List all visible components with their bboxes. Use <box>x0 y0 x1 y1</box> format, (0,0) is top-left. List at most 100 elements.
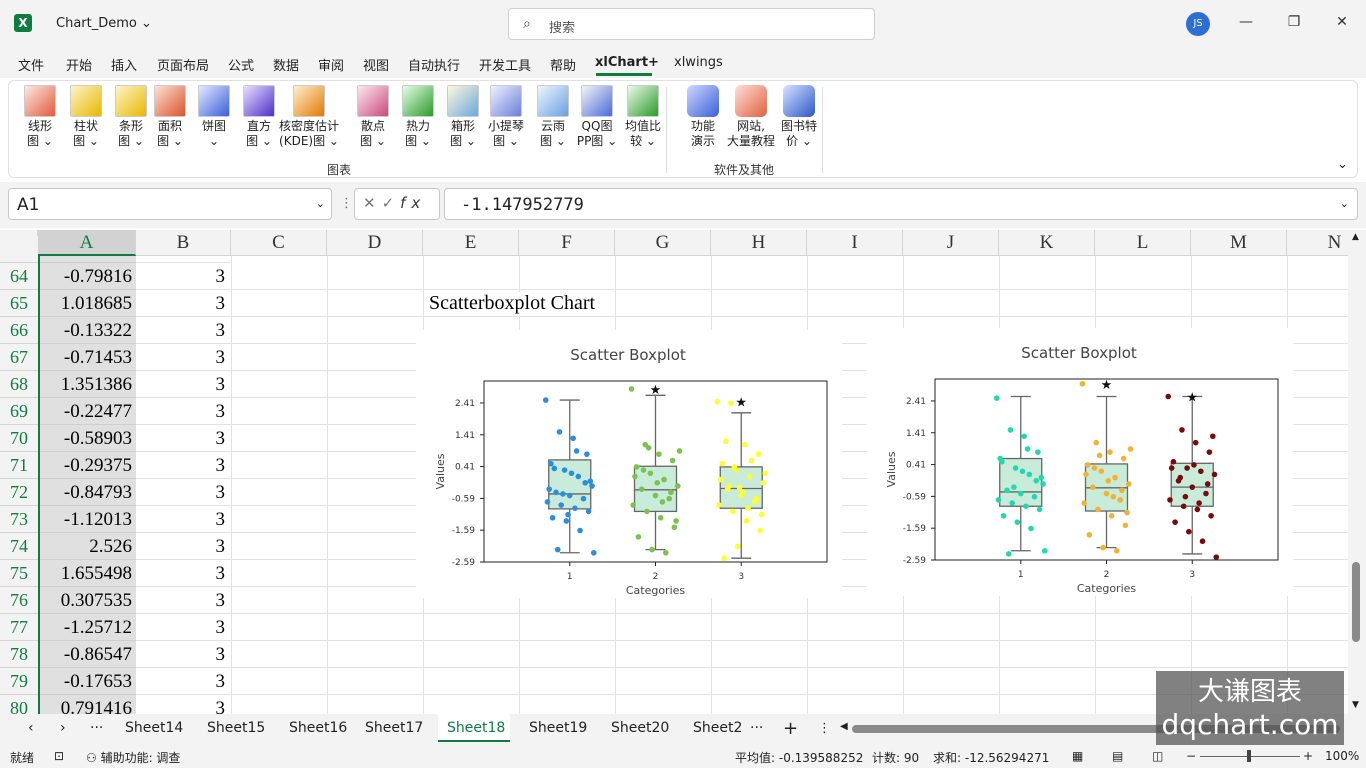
row-header-78[interactable]: 78 <box>0 641 38 668</box>
cell-b71[interactable]: 3 <box>136 452 231 479</box>
function-icon[interactable]: fx <box>400 194 426 212</box>
sheet-tab-sheet15[interactable]: Sheet15 <box>207 720 265 736</box>
row-header-72[interactable]: 72 <box>0 479 38 506</box>
menu-home[interactable]: 开始 <box>66 55 92 74</box>
status-count[interactable]: 计数: 90 <box>872 749 919 766</box>
more-sheets-icon[interactable]: ··· <box>750 720 763 736</box>
sheet-tab-sheet16[interactable]: Sheet16 <box>289 720 347 736</box>
column-header-l[interactable]: L <box>1095 230 1191 256</box>
row-header-67[interactable]: 67 <box>0 344 38 371</box>
formula-controls[interactable]: ✕✓fx <box>354 188 440 220</box>
cell-a78[interactable]: -0.86547 <box>38 641 136 668</box>
column-header-h[interactable]: H <box>711 230 807 256</box>
column-header-f[interactable]: F <box>519 230 615 256</box>
row-header-77[interactable]: 77 <box>0 614 38 641</box>
zoom-level[interactable]: 100% <box>1325 749 1359 763</box>
add-sheet-button[interactable]: + <box>783 718 798 739</box>
search-input[interactable]: ⌕ 搜索 <box>508 8 875 40</box>
cell-a77[interactable]: -1.25712 <box>38 614 136 641</box>
row-header-65[interactable]: 65 <box>0 290 38 317</box>
cell-b80[interactable]: 3 <box>136 695 231 714</box>
row-header-74[interactable]: 74 <box>0 533 38 560</box>
more-options-icon[interactable]: ⋮ <box>818 721 831 736</box>
sheet-tab-sheet18[interactable]: Sheet18 <box>447 720 505 736</box>
ribbon-chart-button-4[interactable]: 面积图 ⌄ <box>148 85 192 149</box>
cell-b74[interactable]: 3 <box>136 533 231 560</box>
cell-a68[interactable]: 1.351386 <box>38 371 136 398</box>
ribbon-chart-button-2[interactable]: 柱状图 ⌄ <box>64 85 108 149</box>
vertical-scroll-thumb[interactable] <box>1352 562 1360 642</box>
row-header-71[interactable]: 71 <box>0 452 38 479</box>
status-average[interactable]: 平均值: -0.139588252 <box>735 749 863 766</box>
next-sheet-icon[interactable]: › <box>60 720 66 736</box>
ribbon-chart-button-10[interactable]: 箱形图 ⌄ <box>441 85 485 149</box>
prev-sheet-icon[interactable]: ‹ <box>28 720 34 736</box>
sheet-tab-sheet2[interactable]: Sheet2 <box>693 720 742 736</box>
column-header-n[interactable]: N <box>1287 230 1348 256</box>
row-header-66[interactable]: 66 <box>0 317 38 344</box>
document-title[interactable]: Chart_Demo ⌄ <box>56 16 152 31</box>
ribbon-chart-button-11[interactable]: 小提琴图 ⌄ <box>484 85 528 149</box>
sheet-tab-sheet14[interactable]: Sheet14 <box>125 720 183 736</box>
menu-review[interactable]: 审阅 <box>318 55 344 74</box>
menu-automate[interactable]: 自动执行 <box>408 55 460 74</box>
cell-a76[interactable]: 0.307535 <box>38 587 136 614</box>
cell-b78[interactable]: 3 <box>136 641 231 668</box>
cell-b66[interactable]: 3 <box>136 317 231 344</box>
zoom-slider-thumb[interactable] <box>1247 750 1251 762</box>
scroll-down-icon[interactable]: ▼ <box>1352 700 1359 710</box>
cell-b70[interactable]: 3 <box>136 425 231 452</box>
ribbon-chart-button-12[interactable]: 云雨图 ⌄ <box>531 85 575 149</box>
cell-a70[interactable]: -0.58903 <box>38 425 136 452</box>
page-layout-view-icon[interactable]: ▤ <box>1112 749 1123 763</box>
cell-a67[interactable]: -0.71453 <box>38 344 136 371</box>
more-sheets-icon[interactable]: ··· <box>90 720 103 736</box>
cell-a80[interactable]: 0.791416 <box>38 695 136 714</box>
chevron-down-icon[interactable]: ⌄ <box>316 197 325 210</box>
cell-b64[interactable]: 3 <box>136 263 231 290</box>
accessibility-status[interactable]: ⚇ 辅助功能: 调查 <box>86 749 180 766</box>
cell-a75[interactable]: 1.655498 <box>38 560 136 587</box>
row-header-75[interactable]: 75 <box>0 560 38 587</box>
column-header-d[interactable]: D <box>327 230 423 256</box>
cell-a73[interactable]: -1.12013 <box>38 506 136 533</box>
column-header-i[interactable]: I <box>807 230 903 256</box>
column-header-g[interactable]: G <box>615 230 711 256</box>
chart-left[interactable]: Scatter Boxplot 2.41 1.41 0.41 -0.59 -1.59 -2.… <box>416 330 842 598</box>
name-box[interactable]: A1 ⌄ <box>8 188 332 220</box>
menu-page-layout[interactable]: 页面布局 <box>157 55 209 74</box>
close-icon[interactable]: ✕ <box>1332 14 1352 30</box>
cell-b79[interactable]: 3 <box>136 668 231 695</box>
menu-formulas[interactable]: 公式 <box>228 55 254 74</box>
scroll-up-icon[interactable]: ▲ <box>1352 232 1359 242</box>
cell-b77[interactable]: 3 <box>136 614 231 641</box>
column-header-m[interactable]: M <box>1191 230 1287 256</box>
column-header-a[interactable]: A <box>38 230 136 256</box>
cell-b67[interactable]: 3 <box>136 344 231 371</box>
cell-b72[interactable]: 3 <box>136 479 231 506</box>
column-header-k[interactable]: K <box>999 230 1095 256</box>
book-offer-button[interactable]: 图书特价 ⌄ <box>771 85 827 149</box>
column-header-e[interactable]: E <box>423 230 519 256</box>
menu-insert[interactable]: 插入 <box>111 55 137 74</box>
cell-a72[interactable]: -0.84793 <box>38 479 136 506</box>
minimize-icon[interactable]: — <box>1236 14 1256 30</box>
zoom-in-icon[interactable]: + <box>1303 749 1313 763</box>
row-header-76[interactable]: 76 <box>0 587 38 614</box>
row-header-partial[interactable] <box>0 236 38 263</box>
zoom-out-icon[interactable]: − <box>1186 749 1196 763</box>
menu-data[interactable]: 数据 <box>273 55 299 74</box>
chart-right[interactable]: Scatter Boxplot 2.41 1.41 0.41 -0.59 -1.59 -2.… <box>867 328 1293 596</box>
ribbon-chart-button-9[interactable]: 热力图 ⌄ <box>396 85 440 149</box>
collapse-ribbon-icon[interactable]: ⌄ <box>1337 157 1348 172</box>
ribbon-chart-button-6[interactable]: 直方图 ⌄ <box>237 85 281 149</box>
more-options-icon[interactable]: ⋮ <box>340 196 353 211</box>
page-break-view-icon[interactable]: ◫ <box>1152 749 1163 763</box>
restore-icon[interactable]: ❐ <box>1284 14 1304 30</box>
scroll-left-icon[interactable]: ◀ <box>840 721 848 732</box>
sheet-title-cell[interactable]: Scatterboxplot Chart <box>427 292 598 315</box>
row-header-80[interactable]: 80 <box>0 695 38 714</box>
row-header-79[interactable]: 79 <box>0 668 38 695</box>
row-header-73[interactable]: 73 <box>0 506 38 533</box>
row-header-70[interactable]: 70 <box>0 425 38 452</box>
